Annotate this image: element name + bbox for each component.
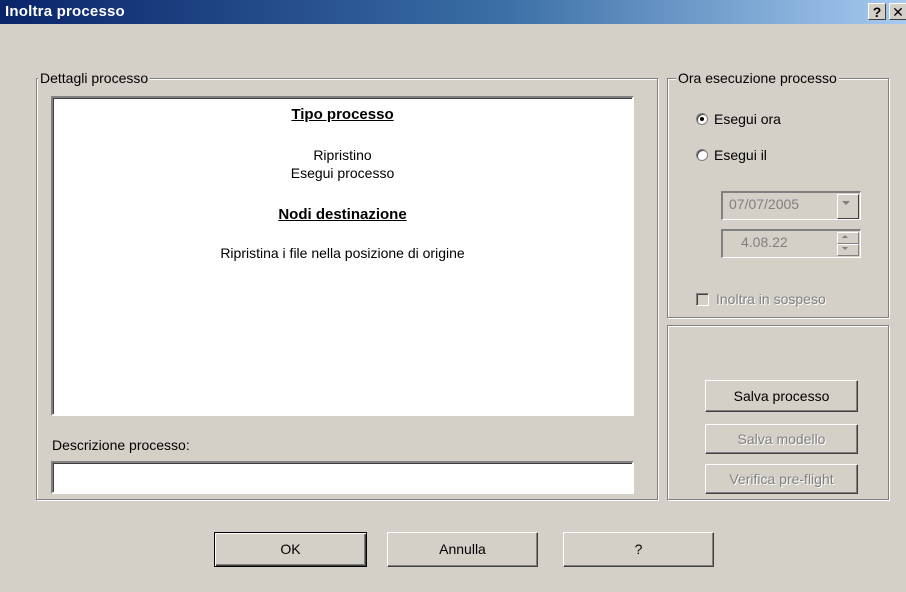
job-type-heading: Tipo processo	[291, 106, 394, 123]
run-at-radio-button[interactable]	[696, 149, 708, 161]
run-at-label: Esegui il	[714, 147, 767, 163]
ok-button[interactable]: OK	[214, 532, 367, 567]
help-icon[interactable]: ?	[868, 3, 886, 20]
time-spinner[interactable]: 4.08.22	[721, 229, 861, 258]
window-title: Inoltra processo	[5, 3, 125, 20]
date-dropdown[interactable]: 07/07/2005	[721, 191, 861, 220]
close-icon[interactable]: ✕	[889, 3, 906, 20]
job-details-panel[interactable]: Tipo processo Ripristino Esegui processo…	[51, 96, 634, 416]
hold-label: Inoltra in sospeso	[716, 291, 826, 307]
description-label: Descrizione processo:	[52, 437, 190, 453]
save-job-button[interactable]: Salva processo	[705, 380, 858, 412]
target-nodes-line: Ripristina i file nella posizione di ori…	[220, 245, 465, 261]
title-bar[interactable]: Inoltra processo ? ✕	[0, 0, 906, 24]
schedule-legend: Ora esecuzione processo	[676, 70, 839, 86]
hold-checkbox[interactable]	[696, 293, 709, 306]
cancel-button[interactable]: Annulla	[387, 532, 538, 567]
run-now-label: Esegui ora	[714, 111, 781, 127]
target-nodes-heading: Nodi destinazione	[278, 206, 407, 223]
run-now-radio-button[interactable]	[696, 113, 708, 125]
preflight-button[interactable]: Verifica pre-flight	[705, 464, 858, 494]
job-details-legend: Dettagli processo	[38, 70, 151, 86]
chevron-down-icon[interactable]	[837, 194, 859, 219]
description-input[interactable]	[51, 461, 634, 494]
job-type-line2: Esegui processo	[290, 165, 395, 181]
job-type-line1: Ripristino	[313, 147, 372, 163]
help-button[interactable]: ?	[563, 532, 714, 567]
radio-selected-dot	[700, 117, 704, 121]
spin-up-icon[interactable]	[837, 232, 859, 244]
spin-down-icon[interactable]	[837, 244, 859, 256]
time-value: 4.08.22	[741, 234, 788, 250]
save-template-button[interactable]: Salva modello	[705, 424, 858, 454]
date-value: 07/07/2005	[729, 196, 800, 212]
